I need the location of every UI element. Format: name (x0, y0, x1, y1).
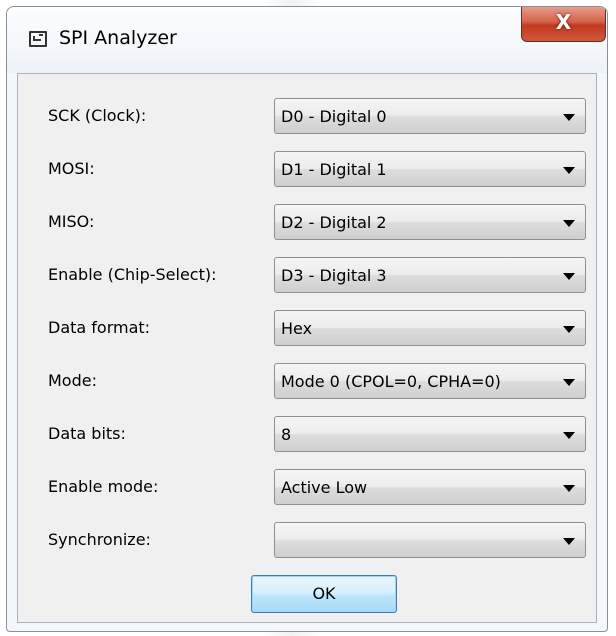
row-enable: Enable (Chip-Select): D3 - Digital 3 (18, 257, 598, 293)
sck-label: SCK (Clock): (48, 106, 147, 125)
sck-select[interactable]: D0 - Digital 0 (274, 98, 586, 134)
mosi-select[interactable]: D1 - Digital 1 (274, 151, 586, 187)
chevron-down-icon (563, 538, 575, 545)
sck-value: D0 - Digital 0 (281, 107, 387, 126)
miso-value: D2 - Digital 2 (281, 213, 387, 232)
synchronize-label: Synchronize: (48, 530, 151, 549)
mosi-value: D1 - Digital 1 (281, 160, 387, 179)
enable-value: D3 - Digital 3 (281, 266, 387, 285)
chevron-down-icon (563, 432, 575, 439)
row-synchronize: Synchronize: (18, 522, 598, 558)
chevron-down-icon (563, 485, 575, 492)
enable-label: Enable (Chip-Select): (48, 265, 217, 284)
synchronize-select[interactable] (274, 522, 586, 558)
row-data-format: Data format: Hex (18, 310, 598, 346)
dialog-body: SCK (Clock): D0 - Digital 0 MOSI: D1 - D… (17, 73, 597, 623)
row-data-bits: Data bits: 8 (18, 416, 598, 452)
miso-label: MISO: (48, 212, 95, 231)
window-icon (29, 31, 47, 47)
data-bits-value: 8 (281, 425, 292, 444)
data-bits-label: Data bits: (48, 424, 126, 443)
data-format-label: Data format: (48, 318, 151, 337)
data-format-select[interactable]: Hex (274, 310, 586, 346)
enable-select[interactable]: D3 - Digital 3 (274, 257, 586, 293)
mosi-label: MOSI: (48, 159, 95, 178)
row-mode: Mode: Mode 0 (CPOL=0, CPHA=0) (18, 363, 598, 399)
window-title: SPI Analyzer (59, 27, 177, 49)
miso-select[interactable]: D2 - Digital 2 (274, 204, 586, 240)
data-format-value: Hex (281, 319, 313, 338)
chevron-down-icon (563, 326, 575, 333)
enable-mode-select[interactable]: Active Low (274, 469, 586, 505)
mode-value: Mode 0 (CPOL=0, CPHA=0) (281, 372, 501, 391)
title-bar[interactable]: SPI Analyzer X (7, 7, 607, 73)
mode-label: Mode: (48, 371, 97, 390)
data-bits-select[interactable]: 8 (274, 416, 586, 452)
close-button[interactable]: X (521, 7, 606, 42)
row-mosi: MOSI: D1 - Digital 1 (18, 151, 598, 187)
chevron-down-icon (563, 220, 575, 227)
chevron-down-icon (563, 273, 575, 280)
enable-mode-value: Active Low (281, 478, 368, 497)
chevron-down-icon (563, 167, 575, 174)
row-sck: SCK (Clock): D0 - Digital 0 (18, 98, 598, 134)
row-enable-mode: Enable mode: Active Low (18, 469, 598, 505)
row-miso: MISO: D2 - Digital 2 (18, 204, 598, 240)
close-icon: X (555, 10, 572, 34)
enable-mode-label: Enable mode: (48, 477, 159, 496)
ok-button[interactable]: OK (251, 575, 397, 613)
chevron-down-icon (563, 379, 575, 386)
mode-select[interactable]: Mode 0 (CPOL=0, CPHA=0) (274, 363, 586, 399)
dialog-window: SPI Analyzer X SCK (Clock): D0 - Digital… (6, 6, 608, 632)
chevron-down-icon (563, 114, 575, 121)
